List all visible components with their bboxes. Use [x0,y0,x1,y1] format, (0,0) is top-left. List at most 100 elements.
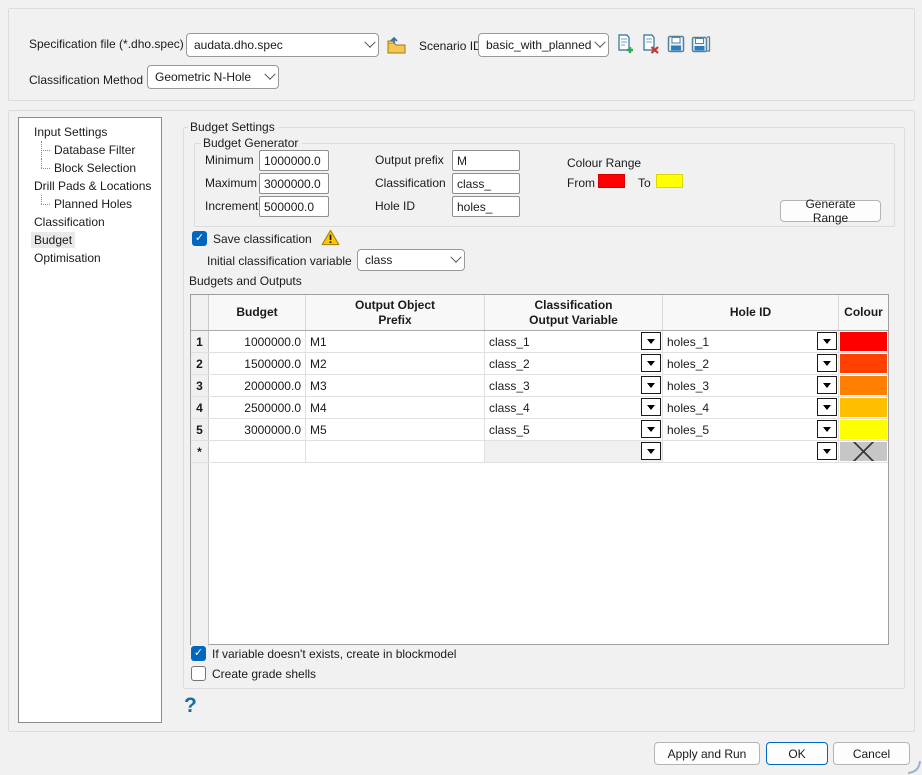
cancel-button[interactable]: Cancel [833,742,910,765]
tree-connector [37,159,51,177]
range-to-swatch[interactable] [656,174,683,188]
colour-cell[interactable] [839,353,888,374]
output-prefix-cell[interactable]: M5 [306,419,485,440]
resize-grip[interactable] [905,758,921,774]
classification-prefix-input[interactable] [452,173,520,194]
cell-dropdown-button[interactable] [641,376,661,394]
sidebar-item-input-settings[interactable]: Input Settings [19,123,161,141]
browse-spec-file-button[interactable] [385,34,407,56]
cell-dropdown-button[interactable] [817,332,837,350]
budgets-outputs-title: Budgets and Outputs [189,274,302,288]
delete-scenario-button[interactable] [639,33,661,55]
spec-file-combo[interactable]: audata.dho.spec [186,33,379,57]
output-prefix-cell[interactable]: M4 [306,397,485,418]
ok-button[interactable]: OK [766,742,828,765]
save-classification-label: Save classification [213,232,312,246]
minimum-input[interactable] [259,150,329,171]
classification-variable-cell[interactable]: class_3 [485,375,663,396]
col-header-output-object-prefix[interactable]: Output Object Prefix [306,295,485,330]
budget-cell[interactable]: 1500000.0 [209,353,306,374]
cell-dropdown-button[interactable] [641,442,661,460]
hole-id-cell[interactable]: holes_3 [663,375,839,396]
cell-dropdown-button[interactable] [817,398,837,416]
col-header-budget[interactable]: Budget [209,295,306,330]
col-header-hole-id[interactable]: Hole ID [663,295,839,330]
create-grade-shells-checkbox[interactable] [191,666,206,681]
save-scenario-button[interactable] [665,33,687,55]
colour-cell[interactable] [839,375,888,396]
budget-cell[interactable]: 2000000.0 [209,375,306,396]
sidebar-item-classification[interactable]: Classification [19,213,161,231]
budget-cell[interactable]: 2500000.0 [209,397,306,418]
col-header-classification-output-variable[interactable]: Classification Output Variable [485,295,663,330]
cell-dropdown-button[interactable] [641,354,661,372]
blockmodel-checkbox-row: ✓ If variable doesn't exists, create in … [191,646,456,661]
apply-and-run-button[interactable]: Apply and Run [654,742,760,765]
row-header[interactable]: 2 [191,353,209,374]
colour-cell[interactable] [839,397,888,418]
hole-id-cell[interactable]: holes_5 [663,419,839,440]
classification-variable-cell[interactable]: class_2 [485,353,663,374]
classification-prefix-label: Classification [375,176,446,190]
hole-id-cell[interactable]: holes_4 [663,397,839,418]
initial-var-combo[interactable]: class [357,249,465,271]
hole-id-cell[interactable]: holes_2 [663,353,839,374]
cell-dropdown-button[interactable] [817,442,837,460]
colour-cell[interactable] [839,441,888,462]
help-icon[interactable]: ? [184,694,197,718]
row-header[interactable]: 5 [191,419,209,440]
save-scenario-as-button[interactable] [690,33,712,55]
cell-dropdown-button[interactable] [817,376,837,394]
save-as-icon [691,35,711,54]
budget-cell[interactable]: 1000000.0 [209,331,306,352]
hole-id-cell[interactable]: holes_1 [663,331,839,352]
row-header[interactable]: 1 [191,331,209,352]
sidebar-item-planned-holes[interactable]: Planned Holes [19,195,161,213]
generate-range-button[interactable]: Generate Range [780,200,881,222]
output-prefix-input[interactable] [452,150,520,171]
range-from-swatch[interactable] [598,174,625,188]
dropdown-arrow-icon [823,361,831,366]
create-in-blockmodel-checkbox[interactable]: ✓ [191,646,206,661]
increment-input[interactable] [259,196,329,217]
chevron-down-icon [594,37,605,48]
maximum-label: Maximum [205,176,257,190]
cell-dropdown-button[interactable] [817,420,837,438]
output-prefix-cell[interactable]: M1 [306,331,485,352]
classification-variable-cell[interactable]: class_4 [485,397,663,418]
classification-variable-cell[interactable] [485,441,663,462]
classification-variable-cell[interactable]: class_1 [485,331,663,352]
sidebar-item-block-selection[interactable]: Block Selection [19,159,161,177]
cell-dropdown-button[interactable] [817,354,837,372]
row-header[interactable]: 4 [191,397,209,418]
cell-dropdown-button[interactable] [641,332,661,350]
classification-method-combo[interactable]: Geometric N-Hole [147,65,279,89]
dropdown-arrow-icon [823,449,831,454]
hole-id-cell[interactable] [663,441,839,462]
sidebar-item-drill-pads-locations[interactable]: Drill Pads & Locations [19,177,161,195]
cell-dropdown-button[interactable] [641,420,661,438]
scenario-id-combo[interactable]: basic_with_plannedh [478,33,609,57]
budget-cell[interactable] [209,441,306,462]
col-header-colour[interactable]: Colour [839,295,888,330]
dropdown-arrow-icon [647,405,655,410]
new-scenario-button[interactable] [614,33,636,55]
colour-cell[interactable] [839,331,888,352]
hole-id-prefix-input[interactable] [452,196,520,217]
sidebar-item-budget[interactable]: Budget [19,231,161,249]
output-prefix-cell[interactable]: M2 [306,353,485,374]
row-header[interactable]: * [191,441,209,462]
output-prefix-cell[interactable]: M3 [306,375,485,396]
output-prefix-cell[interactable] [306,441,485,462]
dropdown-arrow-icon [647,449,655,454]
budget-settings-title: Budget Settings [188,120,279,134]
sidebar-item-database-filter[interactable]: Database Filter [19,141,161,159]
sidebar-item-optimisation[interactable]: Optimisation [19,249,161,267]
classification-variable-cell[interactable]: class_5 [485,419,663,440]
budget-cell[interactable]: 3000000.0 [209,419,306,440]
maximum-input[interactable] [259,173,329,194]
cell-dropdown-button[interactable] [641,398,661,416]
colour-cell[interactable] [839,419,888,440]
row-header[interactable]: 3 [191,375,209,396]
save-classification-checkbox[interactable]: ✓ [192,231,207,246]
